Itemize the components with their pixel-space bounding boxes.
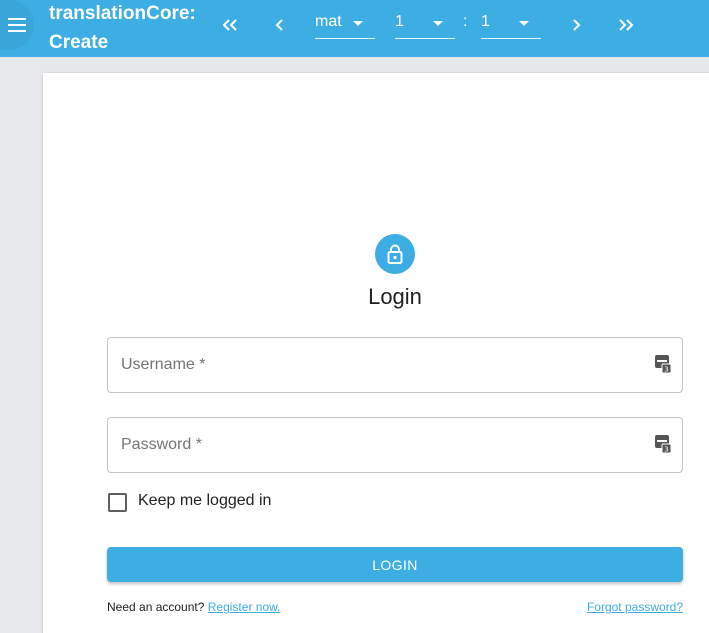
last-chapter-button[interactable]	[615, 15, 637, 35]
chapter-select-value: 1	[395, 13, 404, 30]
password-manager-key-icon[interactable]: 3	[655, 355, 672, 378]
chevron-down-icon	[353, 21, 363, 26]
menu-button[interactable]	[0, 0, 34, 50]
need-account-text: Need an account?	[107, 600, 205, 614]
book-select[interactable]: mat	[315, 11, 375, 39]
login-button[interactable]: LOGIN	[107, 547, 683, 582]
login-title: Login	[368, 284, 422, 309]
forgot-password-link[interactable]: Forgot password?	[587, 600, 683, 614]
first-chapter-button[interactable]	[219, 15, 241, 35]
password-manager-key-icon[interactable]: 3	[655, 435, 672, 458]
chevron-down-icon	[433, 21, 443, 26]
need-account-row: Need an account? Register now.	[107, 600, 280, 614]
chevron-right-icon	[573, 19, 581, 31]
chapter-select[interactable]: 1	[395, 11, 455, 39]
chevron-down-icon	[519, 21, 529, 26]
app-title: translationCore: Create	[49, 3, 196, 53]
menu-icon	[8, 18, 26, 32]
previous-verse-button[interactable]	[269, 15, 291, 35]
login-button-label: LOGIN	[372, 556, 418, 573]
chevron-left-icon	[275, 19, 283, 31]
app-bar: translationCore: Create mat 1 : 1	[0, 0, 709, 57]
double-chevron-left-icon	[222, 19, 237, 31]
forgot-password-row: Forgot password?	[587, 600, 683, 614]
next-verse-button[interactable]	[565, 15, 587, 35]
lock-icon	[387, 244, 403, 264]
chapter-verse-separator: :	[463, 13, 468, 30]
password-field[interactable]: Password * 3	[107, 417, 683, 473]
book-select-value: mat	[315, 13, 342, 30]
password-placeholder: Password *	[121, 436, 202, 453]
username-placeholder: Username *	[121, 356, 206, 373]
lock-avatar	[375, 234, 415, 274]
register-link[interactable]: Register now.	[208, 600, 281, 614]
keep-logged-in-label[interactable]: Keep me logged in	[138, 492, 271, 510]
verse-select[interactable]: 1	[481, 11, 541, 39]
double-chevron-right-icon	[619, 19, 634, 31]
username-field[interactable]: Username * 3	[107, 337, 683, 393]
verse-select-value: 1	[481, 13, 490, 30]
svg-text:3: 3	[664, 366, 668, 374]
keep-logged-in-checkbox[interactable]	[108, 493, 127, 512]
svg-text:3: 3	[664, 446, 668, 454]
